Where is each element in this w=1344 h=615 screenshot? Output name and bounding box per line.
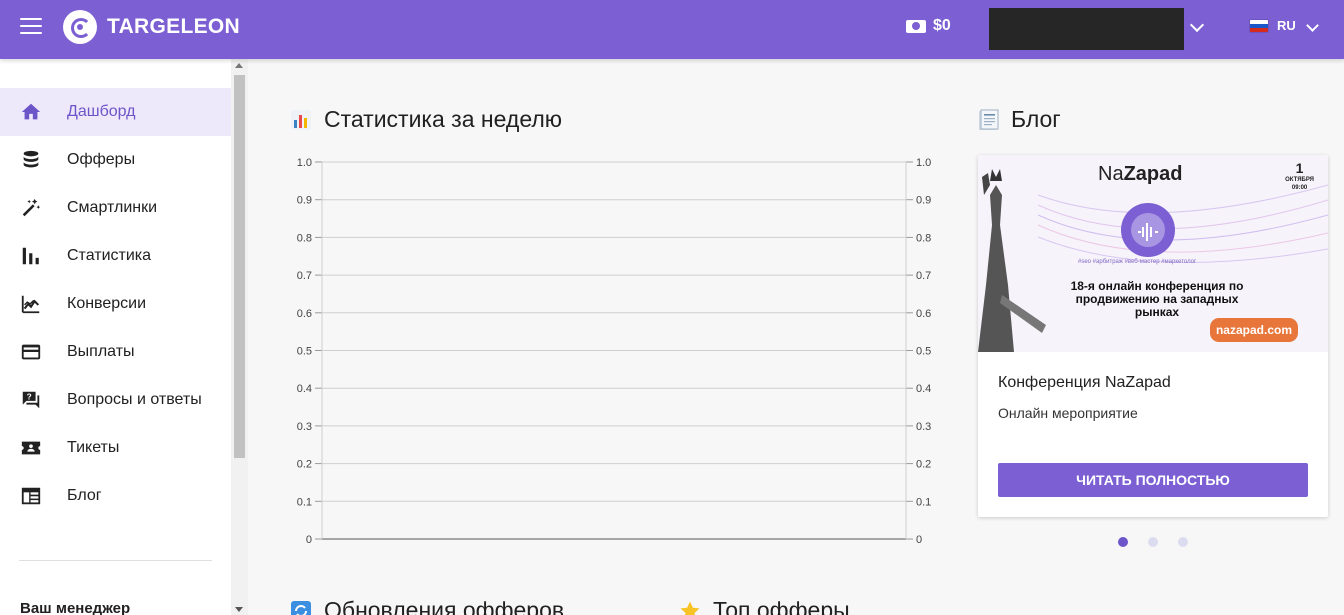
- star-emoji-icon: [679, 600, 701, 615]
- y2-tick-label: 1.0: [916, 157, 931, 169]
- y2-tick-label: 0.3: [916, 421, 931, 433]
- stats-heading: Статистика за неделю: [290, 106, 562, 133]
- balance[interactable]: $0: [906, 17, 951, 35]
- y2-tick-label: 0.5: [916, 346, 931, 358]
- cash-icon: [906, 19, 926, 33]
- sidebar-item-payouts[interactable]: Выплаты: [0, 328, 231, 376]
- logo[interactable]: TARGELEON: [63, 10, 240, 44]
- y2-tick-label: 0.9: [916, 195, 931, 207]
- sidebar-scrollbar[interactable]: [231, 59, 248, 615]
- top-offers-heading: Топ офферы: [679, 597, 850, 615]
- offer-updates-title: Обновления офферов: [324, 597, 565, 615]
- sidebar-item-label: Дашборд: [67, 103, 136, 120]
- scroll-up-icon[interactable]: [235, 63, 243, 68]
- question-answer-icon: ?: [20, 389, 42, 411]
- logo-text: TARGELEON: [107, 15, 240, 38]
- y2-tick-label: 0.6: [916, 308, 931, 320]
- read-more-button[interactable]: ЧИТАТЬ ПОЛНОСТЬЮ: [998, 463, 1308, 497]
- y-tick-label: 0.4: [297, 383, 312, 395]
- y2-tick-label: 0.1: [916, 496, 931, 508]
- sidebar-item-label: Блог: [67, 487, 102, 504]
- svg-text:?: ?: [27, 393, 32, 402]
- newspaper-emoji-icon: [977, 109, 999, 131]
- logo-icon: [63, 10, 97, 44]
- y-tick-label: 0.6: [297, 308, 312, 320]
- sidebar-divider: [19, 560, 212, 561]
- blog-card-title: Конференция NaZapad: [998, 374, 1171, 391]
- credit-card-icon: [20, 341, 42, 363]
- ticket-icon: [20, 437, 42, 459]
- sidebar-item-label: Выплаты: [67, 343, 135, 360]
- blog-title: Блог: [1011, 106, 1061, 132]
- carousel-dot-2[interactable]: [1148, 537, 1158, 547]
- y2-tick-label: 0: [916, 534, 922, 546]
- sidebar-nav: Дашборд Офферы Смартлинки Статистика Кон…: [0, 88, 231, 520]
- sidebar-item-faq[interactable]: ? Вопросы и ответы: [0, 376, 231, 424]
- sidebar-item-label: Конверсии: [67, 295, 147, 312]
- manager-heading: Ваш менеджер: [20, 600, 131, 615]
- sidebar-item-label: Статистика: [67, 247, 152, 264]
- language-selector[interactable]: RU: [1249, 18, 1296, 33]
- banner-tags: #seo #арбитраж #веб-мастер #маркетолог: [1078, 259, 1197, 265]
- y-tick-label: 1.0: [297, 157, 312, 169]
- banner-url-badge: nazapad.com: [1209, 318, 1298, 342]
- home-icon: [20, 101, 42, 123]
- carousel-dot-1[interactable]: [1118, 537, 1128, 547]
- sidebar-item-smartlinks[interactable]: Смартлинки: [0, 184, 231, 232]
- scroll-down-icon[interactable]: [235, 607, 243, 612]
- y-tick-label: 0.3: [297, 421, 312, 433]
- y-tick-label: 0.9: [297, 195, 312, 207]
- sidebar-item-conversions[interactable]: Конверсии: [0, 280, 231, 328]
- y2-tick-label: 0.4: [916, 383, 931, 395]
- sidebar: Дашборд Офферы Смартлинки Статистика Кон…: [0, 59, 248, 615]
- blog-heading: Блог: [977, 106, 1061, 133]
- y-tick-label: 0.8: [297, 232, 312, 244]
- sidebar-item-label: Вопросы и ответы: [67, 391, 202, 408]
- top-offers-title: Топ офферы: [713, 597, 850, 615]
- chevron-down-icon[interactable]: [1189, 17, 1205, 33]
- y-tick-label: 0.1: [297, 496, 312, 508]
- blog-card-subtitle: Онлайн мероприятие: [998, 405, 1138, 421]
- sidebar-item-label: Смартлинки: [67, 199, 158, 216]
- banner-date: 1 ОКТЯБРЯ 09:00: [1285, 160, 1314, 192]
- y2-tick-label: 0.7: [916, 270, 931, 282]
- trending-icon: [20, 293, 42, 315]
- bar-chart-icon: [20, 245, 42, 267]
- y-tick-label: 0.5: [297, 346, 312, 358]
- menu-icon[interactable]: [20, 18, 42, 36]
- balance-value: $0: [933, 17, 951, 34]
- blog-banner-image[interactable]: NaZapad 1 ОКТЯБРЯ 09:00 #seo #арбитраж #…: [978, 155, 1328, 352]
- stats-title: Статистика за неделю: [324, 106, 563, 132]
- sidebar-item-statistics[interactable]: Статистика: [0, 232, 231, 280]
- blog-icon: [20, 485, 42, 507]
- carousel-dot-3[interactable]: [1178, 537, 1188, 547]
- sidebar-item-blog[interactable]: Блог: [0, 472, 231, 520]
- magic-wand-icon: [20, 197, 42, 219]
- refresh-emoji-icon: [290, 600, 312, 615]
- weekly-stats-chart: 0 0.1 0.2 0.3 0.4 0.5 0.6 0.7 0.8 0.9 1.0 0 0.1 0.2 0.…: [297, 157, 932, 546]
- y2-tick-label: 0.8: [916, 232, 931, 244]
- chart-emoji-icon: [290, 109, 312, 131]
- banner-headline: 18-я онлайн конференция по продвижению н…: [1070, 279, 1244, 319]
- sidebar-item-label: Тикеты: [67, 439, 120, 456]
- y2-tick-label: 0.2: [916, 459, 931, 471]
- y-tick-label: 0.2: [297, 459, 312, 471]
- sidebar-item-dashboard[interactable]: Дашборд: [0, 88, 231, 136]
- sidebar-item-label: Офферы: [67, 151, 136, 168]
- y-tick-label: 0: [306, 534, 312, 546]
- banner-brand: NaZapad: [1098, 163, 1183, 185]
- language-label: RU: [1277, 18, 1296, 33]
- carousel-dots: [1118, 537, 1208, 547]
- sidebar-item-offers[interactable]: Офферы: [0, 136, 231, 184]
- russia-flag-icon: [1249, 18, 1269, 33]
- blog-card: NaZapad 1 ОКТЯБРЯ 09:00 #seo #арбитраж #…: [978, 155, 1328, 517]
- top-bar: TARGELEON $0 RU: [0, 0, 1344, 59]
- account-selector[interactable]: [989, 8, 1184, 50]
- scroll-thumb[interactable]: [234, 75, 245, 458]
- sidebar-item-tickets[interactable]: Тикеты: [0, 424, 231, 472]
- y-tick-label: 0.7: [297, 270, 312, 282]
- offer-updates-heading: Обновления офферов: [290, 597, 564, 615]
- language-chevron-icon[interactable]: [1306, 19, 1319, 32]
- database-icon: [20, 149, 42, 171]
